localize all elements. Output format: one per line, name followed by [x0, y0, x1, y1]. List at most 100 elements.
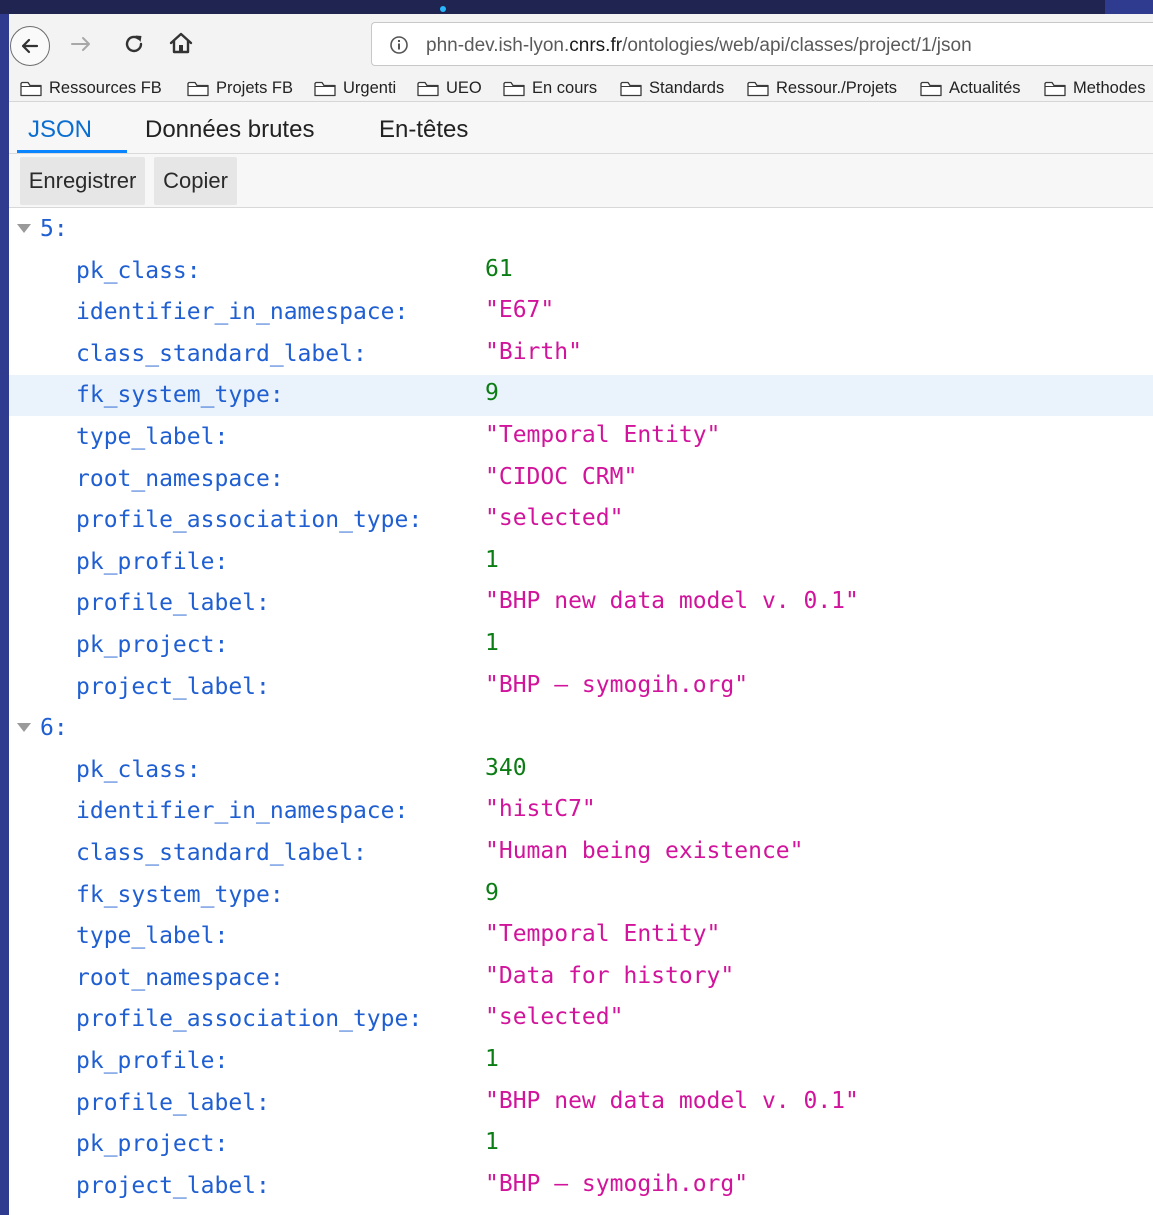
json-tree: 5: pk_class: 61 identifier_in_namespace: "E6… — [9, 209, 1153, 1215]
home-button[interactable] — [168, 30, 194, 56]
folder-icon — [620, 81, 642, 97]
json-value[interactable]: "CIDOC CRM" — [485, 464, 637, 490]
json-key: class_standard_label: — [76, 840, 367, 866]
bookmark-label: UEO — [446, 79, 482, 97]
json-row[interactable]: profile_label: "BHP new data model v. 0.1… — [9, 1083, 1153, 1124]
json-key: pk_project: — [76, 1131, 229, 1158]
json-key: profile_association_type: — [76, 1006, 423, 1033]
json-value[interactable]: "selected" — [485, 1004, 623, 1030]
collapse-triangle-icon[interactable] — [17, 723, 31, 733]
bookmark-label: Methodes — [1073, 79, 1146, 97]
tab-headers[interactable]: En-têtes — [379, 116, 468, 144]
json-toolbar: Enregistrer Copier — [9, 154, 1153, 208]
json-value[interactable]: "E67" — [485, 297, 554, 323]
json-value[interactable]: "Data for history" — [485, 963, 734, 989]
json-row[interactable]: pk_profile: 1 — [9, 542, 1153, 583]
reload-button[interactable] — [122, 32, 146, 56]
json-key: root_namespace: — [76, 465, 284, 492]
json-value[interactable]: "BHP new data model v. 0.1" — [485, 1088, 859, 1114]
json-key: fk_system_type: — [76, 881, 284, 908]
json-group-header[interactable]: 5: — [9, 209, 1153, 250]
json-value[interactable]: "BHP – symogih.org" — [485, 1171, 748, 1197]
bookmark-label: Urgenti — [343, 79, 397, 97]
json-row[interactable]: profile_association_type: "selected" — [9, 500, 1153, 541]
json-row[interactable]: pk_project: 1 — [9, 625, 1153, 666]
folder-icon — [20, 81, 42, 97]
json-key: identifier_in_namespace: — [76, 299, 409, 326]
json-value[interactable]: "BHP – symogih.org" — [485, 672, 748, 698]
json-key: project_label: — [76, 1172, 270, 1199]
group-index: 5: — [40, 216, 68, 242]
tab-raw-data[interactable]: Données brutes — [145, 116, 314, 144]
screen-top-strip — [0, 0, 1105, 14]
address-bar[interactable]: phn-dev.ish-lyon.cnrs.fr/ontologies/web/… — [371, 22, 1153, 66]
info-icon[interactable] — [389, 35, 409, 55]
save-button[interactable]: Enregistrer — [20, 157, 145, 205]
json-row[interactable]: profile_association_type: "selected" — [9, 999, 1153, 1040]
json-row[interactable]: class_standard_label: "Birth" — [9, 334, 1153, 375]
bookmarks-toolbar: Ressources FB Projets FB Urgenti UEO En cour… — [9, 74, 1153, 102]
folder-icon — [314, 81, 336, 97]
json-value[interactable]: 61 — [485, 256, 513, 282]
json-key: pk_class: — [76, 756, 201, 783]
bookmark-label: Actualités — [949, 79, 1021, 97]
json-row[interactable]: fk_system_type: 9 — [9, 375, 1153, 417]
json-row[interactable]: root_namespace: "CIDOC CRM" — [9, 459, 1153, 500]
json-row[interactable]: class_standard_label: "Human being existe… — [9, 833, 1153, 874]
folder-icon — [920, 81, 942, 97]
bookmark-label: En cours — [532, 79, 598, 97]
collapse-triangle-icon[interactable] — [17, 224, 31, 233]
json-row[interactable]: project_label: "BHP – symogih.org" — [9, 1166, 1153, 1207]
json-row[interactable]: identifier_in_namespace: "E67" — [9, 292, 1153, 333]
json-value[interactable]: "BHP new data model v. 0.1" — [485, 588, 859, 614]
json-value[interactable]: 9 — [485, 880, 499, 906]
json-key: project_label: — [76, 673, 270, 700]
json-value[interactable]: 340 — [485, 755, 527, 781]
json-key: type_label: — [76, 923, 229, 950]
json-value[interactable]: "Birth" — [485, 339, 582, 365]
json-value[interactable]: "Temporal Entity" — [485, 422, 720, 448]
url-text[interactable]: phn-dev.ish-lyon.cnrs.fr/ontologies/web/… — [426, 35, 972, 57]
json-value[interactable]: 1 — [485, 1046, 499, 1072]
json-group-header[interactable]: 6: — [9, 708, 1153, 749]
json-key: root_namespace: — [76, 964, 284, 991]
json-key: pk_project: — [76, 632, 229, 658]
bookmark-label: Projets FB — [216, 79, 294, 97]
json-key: profile_label: — [76, 1089, 270, 1116]
back-button[interactable] — [10, 26, 50, 66]
folder-icon — [747, 81, 769, 97]
tab-json[interactable]: JSON — [28, 116, 92, 144]
json-key: fk_system_type: — [76, 382, 284, 409]
json-value[interactable]: 9 — [485, 380, 499, 406]
indicator-dot — [440, 6, 446, 12]
json-row[interactable]: pk_class: 340 — [9, 750, 1153, 791]
url-prefix: phn-dev.ish-lyon. — [426, 35, 570, 56]
json-row[interactable]: fk_system_type: 9 — [9, 875, 1153, 916]
json-row[interactable]: pk_class: 61 — [9, 251, 1153, 292]
copy-button[interactable]: Copier — [154, 157, 237, 205]
json-value[interactable]: 1 — [485, 547, 499, 573]
json-row[interactable]: pk_project: 1 — [9, 1124, 1153, 1165]
navigation-bar: phn-dev.ish-lyon.cnrs.fr/ontologies/web/… — [9, 14, 1153, 74]
json-row[interactable]: identifier_in_namespace: "histC7" — [9, 791, 1153, 832]
json-value[interactable]: "selected" — [485, 505, 623, 531]
json-row[interactable]: pk_profile: 1 — [9, 1041, 1153, 1082]
json-value[interactable]: 1 — [485, 630, 499, 656]
json-row[interactable]: type_label: "Temporal Entity" — [9, 916, 1153, 957]
json-row[interactable]: type_label: "Temporal Entity" — [9, 417, 1153, 458]
json-row[interactable]: profile_label: "BHP new data model v. 0.1… — [9, 583, 1153, 624]
bookmark-label: Ressour./Projets — [776, 79, 898, 97]
json-row[interactable]: project_label: "BHP – symogih.org" — [9, 667, 1153, 708]
json-row[interactable]: root_namespace: "Data for history" — [9, 958, 1153, 999]
json-value[interactable]: "Human being existence" — [485, 838, 804, 864]
folder-icon — [187, 81, 209, 97]
url-path: /ontologies/web/api/classes/project/1/js… — [622, 35, 972, 56]
json-value[interactable]: 1 — [485, 1129, 499, 1155]
viewer-tabs: JSON Données brutes En-têtes — [9, 102, 1153, 154]
json-key: profile_label: — [76, 590, 270, 617]
json-value[interactable]: "histC7" — [485, 796, 596, 822]
folder-icon — [503, 81, 525, 97]
json-value[interactable]: "Temporal Entity" — [485, 921, 720, 947]
url-domain: cnrs.fr — [569, 35, 623, 56]
forward-button[interactable] — [69, 34, 93, 54]
